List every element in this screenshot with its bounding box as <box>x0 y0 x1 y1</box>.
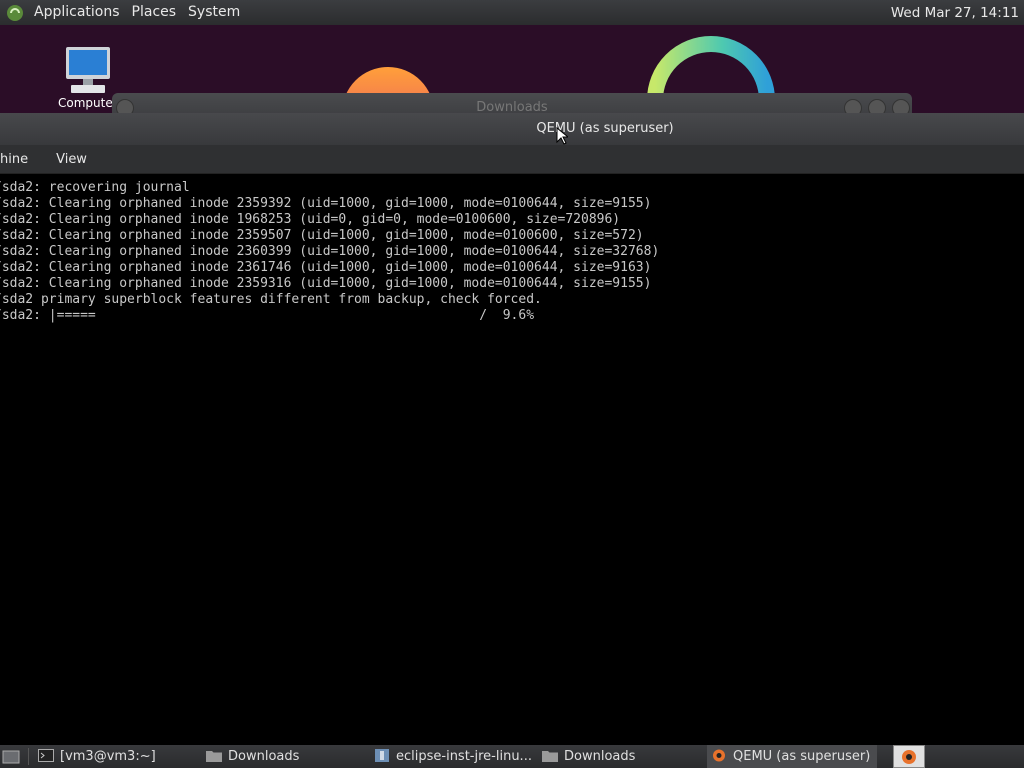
qemu-menubar: hine View <box>0 145 1024 174</box>
console-line: /sda2: Clearing orphaned inode 2361746 (… <box>0 260 652 275</box>
task-terminal[interactable]: [vm3@vm3:~] <box>38 745 198 768</box>
console-line: /sda2: Clearing orphaned inode 2359507 (… <box>0 228 644 243</box>
archive-icon <box>375 749 389 762</box>
taskbar-separator <box>28 748 29 765</box>
menu-applications[interactable]: Applications <box>28 0 126 25</box>
folder-icon <box>542 751 558 762</box>
folder-icon <box>206 751 222 762</box>
console-line: /sda2 primary superblock features differ… <box>0 292 542 307</box>
console-line: /sda2: Clearing orphaned inode 2359392 (… <box>0 196 652 211</box>
terminal-icon <box>38 749 54 762</box>
task-qemu[interactable]: QEMU (as superuser) <box>707 745 877 768</box>
task-downloads-2[interactable]: Downloads <box>542 745 702 768</box>
mate-logo-icon[interactable] <box>6 4 24 22</box>
task-label: eclipse-inst-jre-linu... <box>396 749 532 764</box>
show-desktop-icon[interactable] <box>2 745 24 768</box>
console-progress-line: /sda2: |===== / 9.6% <box>0 308 535 323</box>
desktop-icon-label: Computer <box>58 96 118 110</box>
console-line: /sda2: recovering journal <box>0 180 190 195</box>
clock[interactable]: Wed Mar 27, 14:11 <box>891 5 1024 21</box>
menu-places[interactable]: Places <box>126 0 183 25</box>
qemu-window: QEMU (as superuser) hine View /sda2: rec… <box>0 113 1024 745</box>
desktop-icon-computer[interactable]: Computer <box>58 47 118 110</box>
top-panel: Applications Places System Wed Mar 27, 1… <box>0 0 1024 25</box>
menu-view[interactable]: View <box>48 152 95 167</box>
qemu-titlebar[interactable]: QEMU (as superuser) <box>0 113 1024 145</box>
console-line: /sda2: Clearing orphaned inode 2360399 (… <box>0 244 660 259</box>
task-label: [vm3@vm3:~] <box>60 749 156 764</box>
qemu-icon <box>902 750 916 764</box>
menu-machine[interactable]: hine <box>0 152 36 167</box>
menu-system[interactable]: System <box>182 0 246 25</box>
qemu-icon <box>713 749 725 762</box>
console-line: /sda2: Clearing orphaned inode 1968253 (… <box>0 212 621 227</box>
mouse-cursor-icon <box>556 127 568 145</box>
task-eclipse-installer[interactable]: eclipse-inst-jre-linu... <box>374 745 534 768</box>
console-line: /sda2: Clearing orphaned inode 2359316 (… <box>0 276 652 291</box>
workspace-switcher[interactable] <box>893 745 925 768</box>
task-label: Downloads <box>564 749 636 764</box>
task-label: Downloads <box>228 749 300 764</box>
task-label: QEMU (as superuser) <box>733 749 871 764</box>
computer-icon <box>66 47 110 93</box>
task-downloads-1[interactable]: Downloads <box>206 745 366 768</box>
vm-console[interactable]: /sda2: recovering journal /sda2: Clearin… <box>0 174 1024 745</box>
taskbar: [vm3@vm3:~] Downloads eclipse-inst-jre-l… <box>0 745 1024 768</box>
